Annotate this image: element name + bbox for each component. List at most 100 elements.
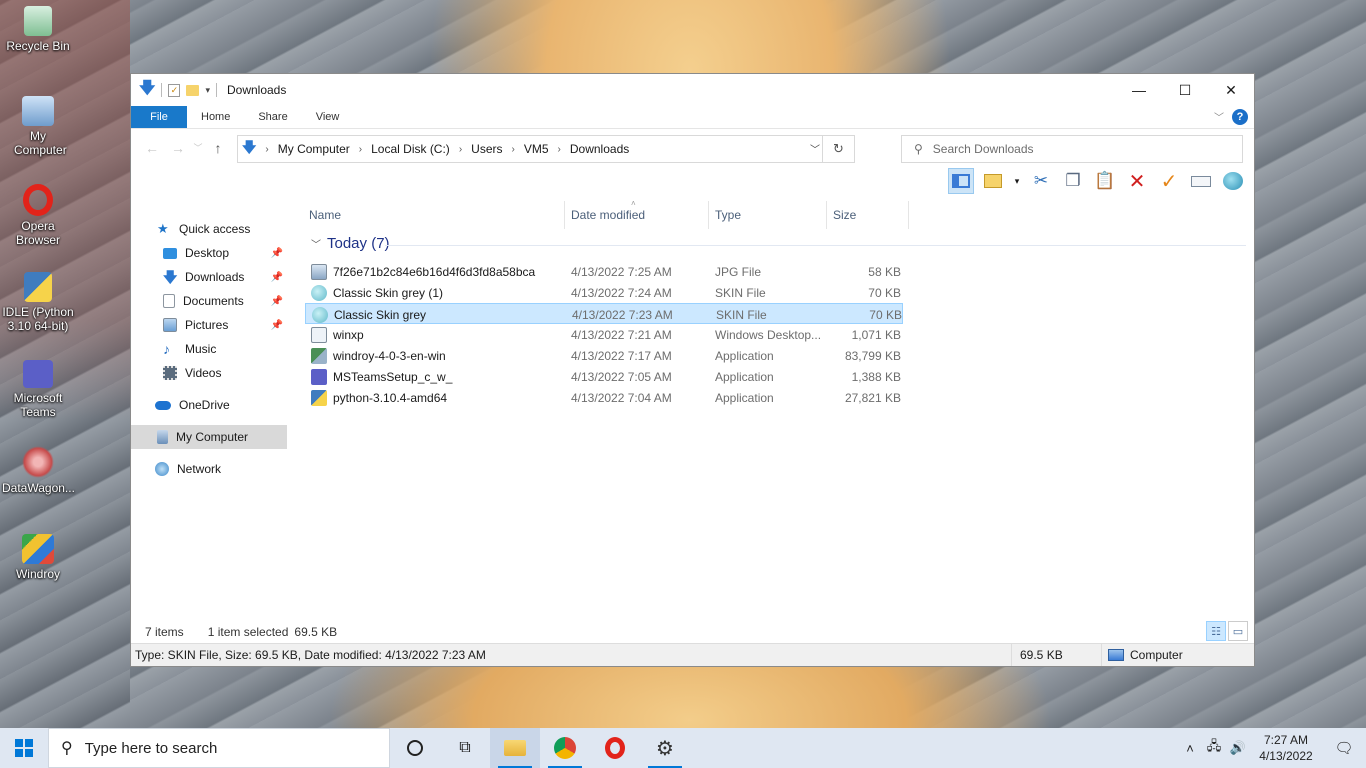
breadcrumb-separator[interactable]: › bbox=[354, 144, 367, 155]
sidebar-item-music[interactable]: ♪ Music bbox=[131, 337, 287, 361]
breadcrumb-separator[interactable]: › bbox=[454, 144, 467, 155]
recent-locations-chevron-icon[interactable]: ﹀ bbox=[191, 141, 205, 154]
breadcrumb-separator[interactable]: › bbox=[260, 144, 273, 155]
sidebar-item-quick-access[interactable]: ★ Quick access bbox=[131, 217, 287, 241]
breadcrumb-vm5[interactable]: VM5 bbox=[520, 142, 553, 156]
sidebar-item-label: OneDrive bbox=[179, 398, 230, 412]
search-box[interactable]: ⚲ bbox=[901, 135, 1243, 163]
cut-button[interactable]: ✂ bbox=[1028, 168, 1054, 194]
address-bar[interactable]: 🡇 › My Computer › Local Disk (C:) › User… bbox=[237, 135, 855, 163]
sidebar-item-desktop[interactable]: Desktop 📌 bbox=[131, 241, 287, 265]
help-button[interactable]: ? bbox=[1232, 109, 1248, 125]
taskbar-opera[interactable] bbox=[590, 728, 640, 768]
notifications-icon[interactable]: 🗨 bbox=[1322, 739, 1366, 757]
file-row[interactable]: windroy-4-0-3-en-win 4/13/2022 7:17 AM A… bbox=[305, 345, 903, 366]
taskbar-chrome[interactable] bbox=[540, 728, 590, 768]
tab-file[interactable]: File bbox=[131, 106, 187, 128]
sidebar-item-downloads[interactable]: 🡇 Downloads 📌 bbox=[131, 265, 287, 289]
expand-ribbon-chevron-icon[interactable]: ﹀ bbox=[1214, 109, 1224, 124]
network-tray-icon[interactable]: 🖧 bbox=[1202, 737, 1226, 759]
volume-icon[interactable]: 🔊 bbox=[1226, 740, 1250, 756]
file-row[interactable]: winxp 4/13/2022 7:21 AM Windows Desktop.… bbox=[305, 324, 903, 345]
group-header-today[interactable]: ﹀ Today (7) bbox=[311, 235, 390, 252]
tab-share[interactable]: Share bbox=[244, 106, 301, 128]
file-row-selected[interactable]: Classic Skin grey 4/13/2022 7:23 AM SKIN… bbox=[305, 303, 903, 324]
breadcrumb-local-disk[interactable]: Local Disk (C:) bbox=[367, 142, 454, 156]
sidebar-item-my-computer[interactable]: My Computer bbox=[131, 425, 287, 449]
sidebar-item-network[interactable]: Network bbox=[131, 457, 287, 481]
network-globe-button[interactable] bbox=[1220, 168, 1246, 194]
file-row[interactable]: python-3.10.4-amd64 4/13/2022 7:04 AM Ap… bbox=[305, 387, 903, 408]
title-bar[interactable]: 🡇 ✓ ▾ Downloads — ☐ ✕ bbox=[131, 74, 1254, 106]
maximize-button[interactable]: ☐ bbox=[1162, 74, 1208, 106]
folder-options-button[interactable] bbox=[980, 168, 1006, 194]
rename-button[interactable] bbox=[1188, 168, 1214, 194]
toolbar-buttons: ▾ ✂ ❐ 📋 ✕ ✓ bbox=[948, 168, 1246, 194]
breadcrumb-users[interactable]: Users bbox=[467, 142, 506, 156]
desktop-icon-opera[interactable]: Opera Browser bbox=[2, 184, 74, 247]
collapse-chevron-icon[interactable]: ﹀ bbox=[311, 236, 321, 251]
pin-icon[interactable]: 📌 bbox=[271, 320, 283, 331]
qat-chevron-down-icon[interactable]: ▾ bbox=[205, 85, 210, 96]
large-icons-view-button[interactable]: ▭ bbox=[1228, 621, 1248, 641]
file-row[interactable]: MSTeamsSetup_c_w_ 4/13/2022 7:05 AM Appl… bbox=[305, 366, 903, 387]
sidebar-item-onedrive[interactable]: OneDrive bbox=[131, 393, 287, 417]
forward-button[interactable]: → bbox=[165, 140, 191, 156]
tab-view[interactable]: View bbox=[302, 106, 354, 128]
file-row[interactable]: 7f26e71b2c84e6b16d4f6d3fd8a58bca 4/13/20… bbox=[305, 261, 903, 282]
address-dropdown-chevron-icon[interactable]: ﹀ bbox=[810, 141, 820, 156]
datawagon-icon bbox=[22, 446, 54, 478]
pin-icon[interactable]: 📌 bbox=[271, 296, 283, 307]
refresh-button[interactable]: ↻ bbox=[822, 136, 854, 162]
column-header-type[interactable]: Type bbox=[709, 201, 827, 229]
properties-button[interactable]: ✓ bbox=[1156, 168, 1182, 194]
opera-icon bbox=[605, 737, 625, 759]
breadcrumb-separator[interactable]: › bbox=[553, 144, 566, 155]
desktop-icon-teams[interactable]: Microsoft Teams bbox=[2, 360, 74, 419]
new-folder-icon[interactable] bbox=[186, 84, 200, 96]
sidebar-item-label: Videos bbox=[185, 366, 222, 380]
taskbar-file-explorer[interactable] bbox=[490, 728, 540, 768]
delete-button[interactable]: ✕ bbox=[1124, 168, 1150, 194]
column-header-date[interactable]: Date modified ˄ bbox=[565, 199, 709, 229]
back-button[interactable]: ← bbox=[139, 140, 165, 156]
folder-options-chevron-icon[interactable]: ▾ bbox=[1012, 168, 1022, 194]
sidebar-item-videos[interactable]: Videos bbox=[131, 361, 287, 385]
desktop-icon-datawagon[interactable]: DataWagon... bbox=[2, 446, 75, 495]
column-header-name[interactable]: Name bbox=[303, 201, 565, 229]
desktop-icon-idle-python[interactable]: IDLE (Python 3.10 64-bit) bbox=[2, 272, 74, 333]
breadcrumb-separator[interactable]: › bbox=[507, 144, 520, 155]
close-button[interactable]: ✕ bbox=[1208, 74, 1254, 106]
paste-button[interactable]: 📋 bbox=[1092, 168, 1118, 194]
up-button[interactable]: ↑ bbox=[205, 140, 231, 156]
breadcrumb-downloads[interactable]: Downloads bbox=[566, 142, 633, 156]
taskbar-search-box[interactable]: ⚲ Type here to search bbox=[48, 728, 390, 768]
sidebar-item-documents[interactable]: Documents 📌 bbox=[131, 289, 287, 313]
show-hidden-icons-chevron-icon[interactable]: ˄ bbox=[1178, 741, 1202, 756]
clock[interactable]: 7:27 AM 4/13/2022 bbox=[1250, 732, 1322, 764]
copy-button[interactable]: ❐ bbox=[1060, 168, 1086, 194]
sidebar-item-label: Music bbox=[185, 342, 217, 356]
pin-icon[interactable]: 📌 bbox=[271, 248, 283, 259]
cortana-button[interactable] bbox=[390, 728, 440, 768]
preview-pane-button[interactable] bbox=[948, 168, 974, 194]
details-view-button[interactable]: ☷ bbox=[1206, 621, 1226, 641]
search-input[interactable] bbox=[932, 142, 1223, 156]
file-row[interactable]: Classic Skin grey (1) 4/13/2022 7:24 AM … bbox=[305, 282, 903, 303]
column-header-size[interactable]: Size bbox=[827, 201, 909, 229]
taskbar-settings[interactable]: ⚙ bbox=[640, 728, 690, 768]
breadcrumb-my-computer[interactable]: My Computer bbox=[274, 142, 354, 156]
column-header-label: Date modified bbox=[571, 208, 646, 222]
file-name: MSTeamsSetup_c_w_ bbox=[333, 369, 453, 384]
tab-home[interactable]: Home bbox=[187, 106, 244, 128]
sidebar-item-pictures[interactable]: Pictures 📌 bbox=[131, 313, 287, 337]
desktop-icon-my-computer[interactable]: My Computer bbox=[2, 96, 74, 157]
pin-icon[interactable]: 📌 bbox=[271, 272, 283, 283]
start-button[interactable] bbox=[0, 728, 48, 768]
properties-icon[interactable]: ✓ bbox=[168, 83, 181, 97]
minimize-button[interactable]: — bbox=[1116, 74, 1162, 106]
opera-icon bbox=[23, 184, 53, 216]
desktop-icon-recycle-bin[interactable]: Recycle Bin bbox=[2, 6, 74, 53]
task-view-button[interactable]: ⧉ bbox=[440, 728, 490, 768]
desktop-icon-windroy[interactable]: Windroy bbox=[2, 534, 74, 581]
